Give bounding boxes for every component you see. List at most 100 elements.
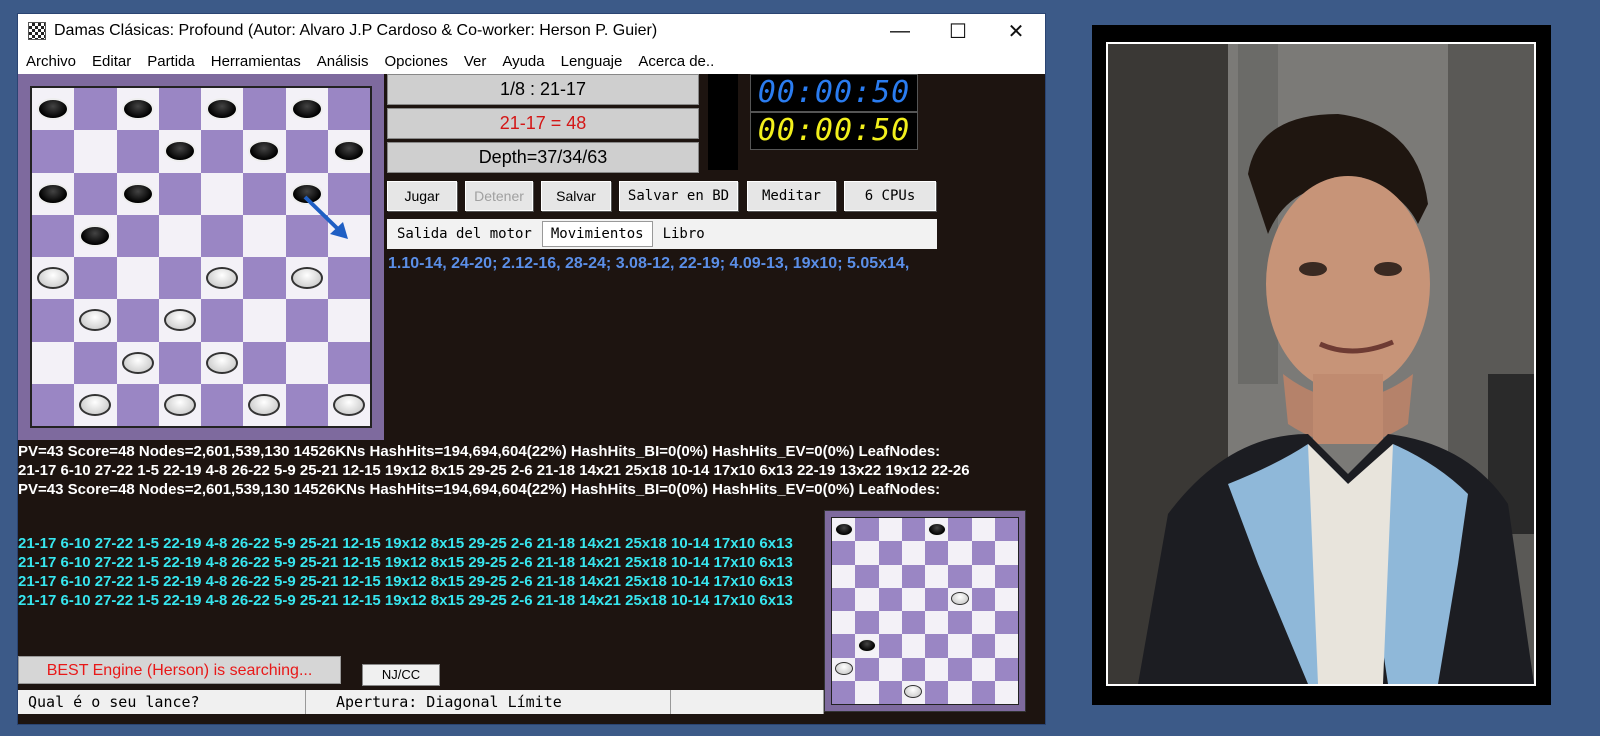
board-square[interactable] (243, 88, 286, 131)
board-square[interactable] (116, 383, 159, 426)
board-square[interactable] (994, 611, 1018, 635)
black-piece[interactable] (121, 182, 154, 205)
board-square[interactable] (243, 130, 286, 173)
board-square[interactable] (878, 541, 902, 565)
board-square[interactable] (832, 611, 856, 635)
board-square[interactable] (74, 88, 117, 131)
salvar-bd-button[interactable]: Salvar en BD (619, 181, 738, 211)
black-piece[interactable] (927, 522, 946, 536)
white-piece[interactable] (163, 393, 196, 416)
board-square[interactable] (327, 383, 370, 426)
board-square[interactable] (158, 130, 201, 173)
board-square[interactable] (116, 88, 159, 131)
board-square[interactable] (327, 130, 370, 173)
board-square[interactable] (901, 611, 925, 635)
board-square[interactable] (285, 88, 328, 131)
white-piece[interactable] (121, 351, 154, 374)
board-square[interactable] (855, 657, 879, 681)
board-square[interactable] (855, 634, 879, 658)
black-piece[interactable] (248, 140, 281, 163)
board-square[interactable] (201, 341, 244, 384)
board-square[interactable] (158, 257, 201, 300)
board-square[interactable] (994, 518, 1018, 542)
board-square[interactable] (948, 587, 972, 611)
board-square[interactable] (74, 341, 117, 384)
black-piece[interactable] (290, 182, 323, 205)
board-square[interactable] (243, 341, 286, 384)
detener-button[interactable]: Detener (465, 181, 533, 211)
board-square[interactable] (74, 257, 117, 300)
board-square[interactable] (327, 214, 370, 257)
board-square[interactable] (32, 88, 75, 131)
board-square[interactable] (971, 564, 995, 588)
board-square[interactable] (832, 564, 856, 588)
board-square[interactable] (327, 299, 370, 342)
board-square[interactable] (948, 680, 972, 704)
white-piece[interactable] (834, 662, 853, 676)
board-square[interactable] (925, 518, 949, 542)
white-piece[interactable] (206, 267, 239, 290)
board-square[interactable] (285, 383, 328, 426)
board-square[interactable] (158, 299, 201, 342)
board-square[interactable] (971, 634, 995, 658)
board-square[interactable] (855, 611, 879, 635)
menu-editar[interactable]: Editar (84, 53, 139, 70)
tab-engine-output[interactable]: Salida del motor (389, 226, 540, 242)
board-square[interactable] (285, 172, 328, 215)
board-square[interactable] (855, 680, 879, 704)
board-square[interactable] (32, 214, 75, 257)
board-square[interactable] (878, 564, 902, 588)
white-piece[interactable] (163, 309, 196, 332)
board-square[interactable] (116, 341, 159, 384)
board-square[interactable] (32, 341, 75, 384)
white-piece[interactable] (332, 393, 365, 416)
menu-lenguaje[interactable]: Lenguaje (553, 53, 631, 70)
menu-analisis[interactable]: Análisis (309, 53, 377, 70)
board-square[interactable] (994, 657, 1018, 681)
board-square[interactable] (925, 680, 949, 704)
board-square[interactable] (832, 541, 856, 565)
white-piece[interactable] (290, 267, 323, 290)
black-piece[interactable] (332, 140, 365, 163)
white-piece[interactable] (79, 393, 112, 416)
board-square[interactable] (201, 130, 244, 173)
board-square[interactable] (243, 214, 286, 257)
board-square[interactable] (925, 634, 949, 658)
board-square[interactable] (855, 587, 879, 611)
board-square[interactable] (948, 657, 972, 681)
board-square[interactable] (925, 564, 949, 588)
board-square[interactable] (116, 172, 159, 215)
board-square[interactable] (878, 680, 902, 704)
board-square[interactable] (832, 634, 856, 658)
white-piece[interactable] (37, 267, 70, 290)
board-square[interactable] (32, 257, 75, 300)
board-square[interactable] (971, 657, 995, 681)
board-square[interactable] (855, 541, 879, 565)
board-square[interactable] (327, 257, 370, 300)
white-piece[interactable] (248, 393, 281, 416)
board-square[interactable] (32, 130, 75, 173)
white-piece[interactable] (206, 351, 239, 374)
board-square[interactable] (971, 680, 995, 704)
board-square[interactable] (925, 541, 949, 565)
board-square[interactable] (243, 299, 286, 342)
board-square[interactable] (994, 541, 1018, 565)
maximize-button[interactable]: ☐ (929, 14, 987, 48)
black-piece[interactable] (79, 224, 112, 247)
board-square[interactable] (285, 214, 328, 257)
board-square[interactable] (158, 88, 201, 131)
board-square[interactable] (74, 172, 117, 215)
board-square[interactable] (201, 172, 244, 215)
board-square[interactable] (971, 518, 995, 542)
black-piece[interactable] (121, 98, 154, 121)
board-square[interactable] (994, 680, 1018, 704)
board-square[interactable] (327, 88, 370, 131)
board-square[interactable] (901, 634, 925, 658)
board-square[interactable] (243, 257, 286, 300)
black-piece[interactable] (834, 522, 853, 536)
board-square[interactable] (285, 341, 328, 384)
black-piece[interactable] (37, 182, 70, 205)
board-square[interactable] (116, 130, 159, 173)
board-square[interactable] (116, 299, 159, 342)
board-square[interactable] (116, 257, 159, 300)
